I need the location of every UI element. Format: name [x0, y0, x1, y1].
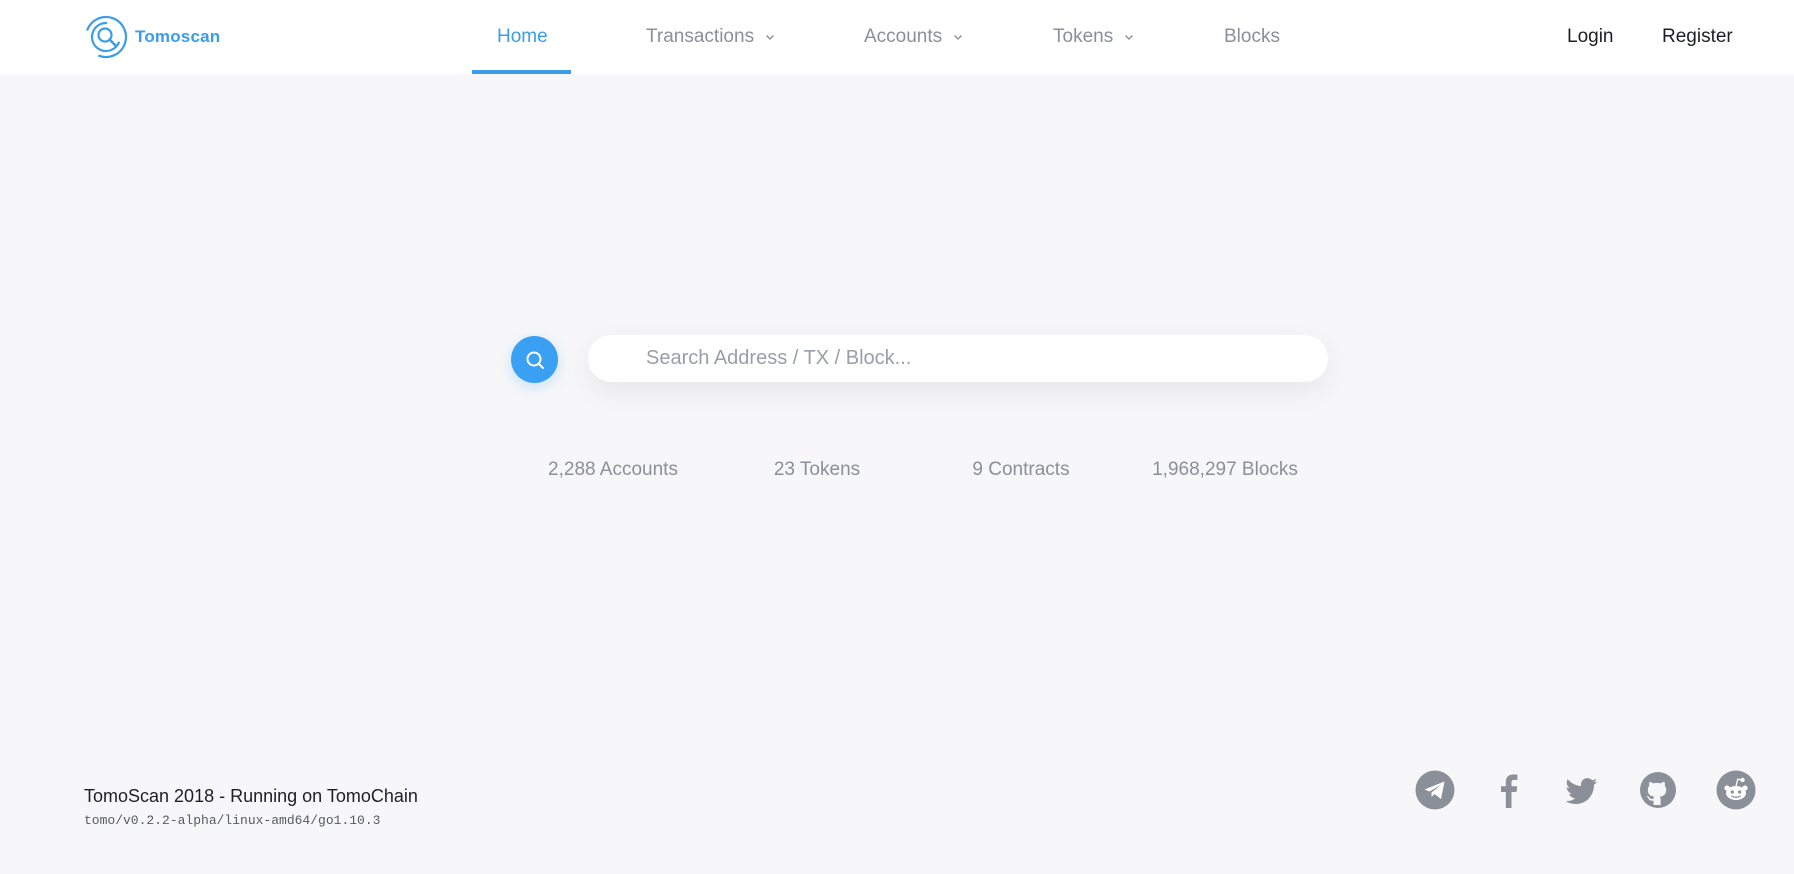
stat-accounts: 2,288 Accounts — [548, 459, 678, 480]
nav-active-indicator — [472, 70, 571, 74]
nav-accounts[interactable]: Accounts — [864, 0, 964, 74]
top-navbar: Tomoscan Home Transactions Accounts Toke… — [0, 0, 1794, 74]
nav-home-label: Home — [497, 26, 548, 47]
telegram-icon — [1415, 770, 1455, 810]
brand-name: Tomoscan — [135, 27, 221, 46]
nav-blocks[interactable]: Blocks — [1224, 0, 1280, 74]
nav-transactions[interactable]: Transactions — [646, 0, 776, 74]
chevron-down-icon — [954, 35, 963, 40]
stat-tokens: 23 Tokens — [773, 459, 861, 480]
nav-blocks-label: Blocks — [1224, 26, 1280, 47]
login-link[interactable]: Login — [1567, 0, 1614, 74]
nav-tokens-label: Tokens — [1053, 26, 1114, 47]
tomoscan-logo-icon — [84, 15, 128, 59]
register-label: Register — [1662, 26, 1733, 47]
facebook-icon — [1501, 774, 1518, 808]
tomoscan-logo[interactable]: Tomoscan — [83, 14, 220, 60]
github-link[interactable] — [1638, 770, 1678, 810]
twitter-link[interactable] — [1561, 770, 1601, 810]
twitter-icon — [1565, 778, 1597, 804]
search-bar — [588, 335, 1328, 382]
github-icon — [1640, 772, 1676, 808]
search-icon — [526, 351, 544, 369]
nav-tokens[interactable]: Tokens — [1053, 0, 1135, 74]
nav-accounts-label: Accounts — [864, 26, 943, 47]
login-label: Login — [1567, 26, 1614, 47]
search-input[interactable] — [644, 335, 1304, 382]
reddit-icon — [1716, 770, 1756, 810]
nav-home[interactable]: Home — [497, 0, 548, 74]
chevron-down-icon — [766, 35, 775, 40]
facebook-link[interactable] — [1489, 770, 1529, 810]
footer-version: tomo/v0.2.2-alpha/linux-amd64/go1.10.3 — [84, 813, 381, 828]
search-button[interactable] — [511, 336, 558, 383]
nav-transactions-label: Transactions — [646, 26, 755, 47]
chevron-down-icon — [1125, 35, 1134, 40]
reddit-link[interactable] — [1716, 770, 1756, 810]
stat-contracts: 9 Contracts — [972, 459, 1070, 480]
footer-title: TomoScan 2018 - Running on TomoChain — [84, 786, 418, 806]
telegram-link[interactable] — [1415, 770, 1455, 810]
stat-blocks: 1,968,297 Blocks — [1152, 459, 1298, 480]
register-link[interactable]: Register — [1662, 0, 1733, 74]
